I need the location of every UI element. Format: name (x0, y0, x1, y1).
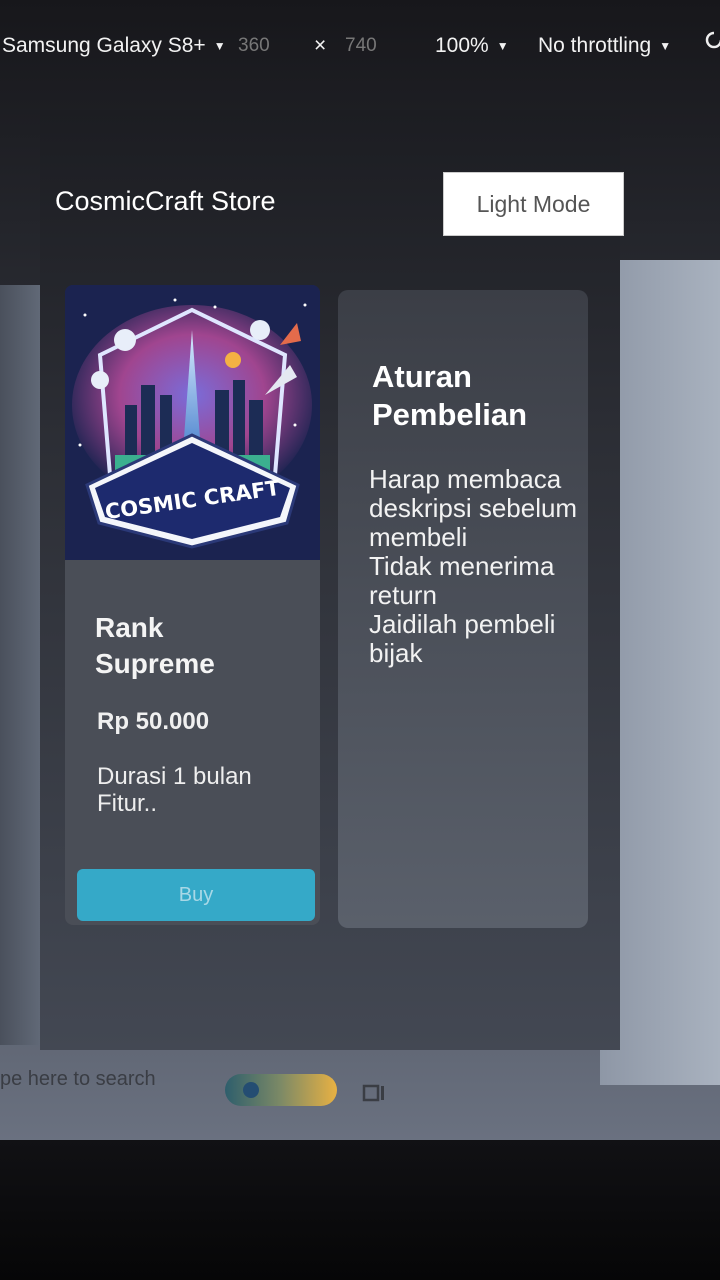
buy-button[interactable]: Buy (77, 869, 315, 921)
rule-item: Tidak menerima return (369, 551, 555, 610)
width-input[interactable]: 360 (238, 35, 270, 57)
rule-item: Harap membaca deskripsi sebelum membeli (369, 464, 578, 552)
description-line: Durasi 1 bulan (97, 763, 252, 790)
times-icon: × (314, 34, 327, 57)
rules-list: Harap membaca deskripsi sebelum membeli … (369, 465, 584, 668)
height-input[interactable]: 740 (345, 35, 377, 57)
rules-card: Aturan Pembelian Harap membaca deskripsi… (338, 290, 588, 928)
throttling-select[interactable]: No throttling ▼ (538, 34, 671, 58)
cortana-icon (243, 1082, 259, 1098)
taskbar-search-input[interactable]: pe here to search (0, 1068, 156, 1091)
product-image: COSMIC CRAFT (65, 285, 320, 560)
cortana-button[interactable] (225, 1074, 337, 1106)
rotate-icon[interactable] (704, 30, 720, 50)
light-mode-button[interactable]: Light Mode (443, 172, 624, 236)
throttling-label: No throttling (538, 34, 652, 57)
chevron-down-icon: ▼ (213, 39, 226, 53)
devtools-device-toolbar: Samsung Galaxy S8+ ▼ 360 × 740 100% ▼ No… (0, 20, 720, 72)
device-select[interactable]: Samsung Galaxy S8+ ▼ (2, 34, 226, 58)
site-title: CosmicCraft Store (55, 186, 276, 216)
product-name: Rank Supreme (95, 612, 215, 679)
zoom-label: 100% (435, 34, 489, 57)
description-line: Fitur.. (97, 790, 158, 817)
device-label: Samsung Galaxy S8+ (2, 34, 206, 57)
task-view-icon[interactable] (362, 1082, 386, 1110)
monitor-screen: Samsung Galaxy S8+ ▼ 360 × 740 100% ▼ No… (0, 0, 720, 1140)
rules-title: Aturan Pembelian (372, 359, 528, 432)
rule-item: Jaidilah pembeli bijak (369, 609, 556, 668)
zoom-select[interactable]: 100% ▼ (435, 34, 509, 58)
chevron-down-icon: ▼ (496, 39, 509, 53)
chevron-down-icon: ▼ (659, 39, 672, 53)
product-card: COSMIC CRAFT Rank Supreme Rp 50.000 Dura… (65, 285, 320, 925)
product-description: Durasi 1 bulan Fitur.. (97, 763, 297, 817)
product-price: Rp 50.000 (97, 708, 210, 735)
monitor-bezel (0, 1140, 720, 1280)
